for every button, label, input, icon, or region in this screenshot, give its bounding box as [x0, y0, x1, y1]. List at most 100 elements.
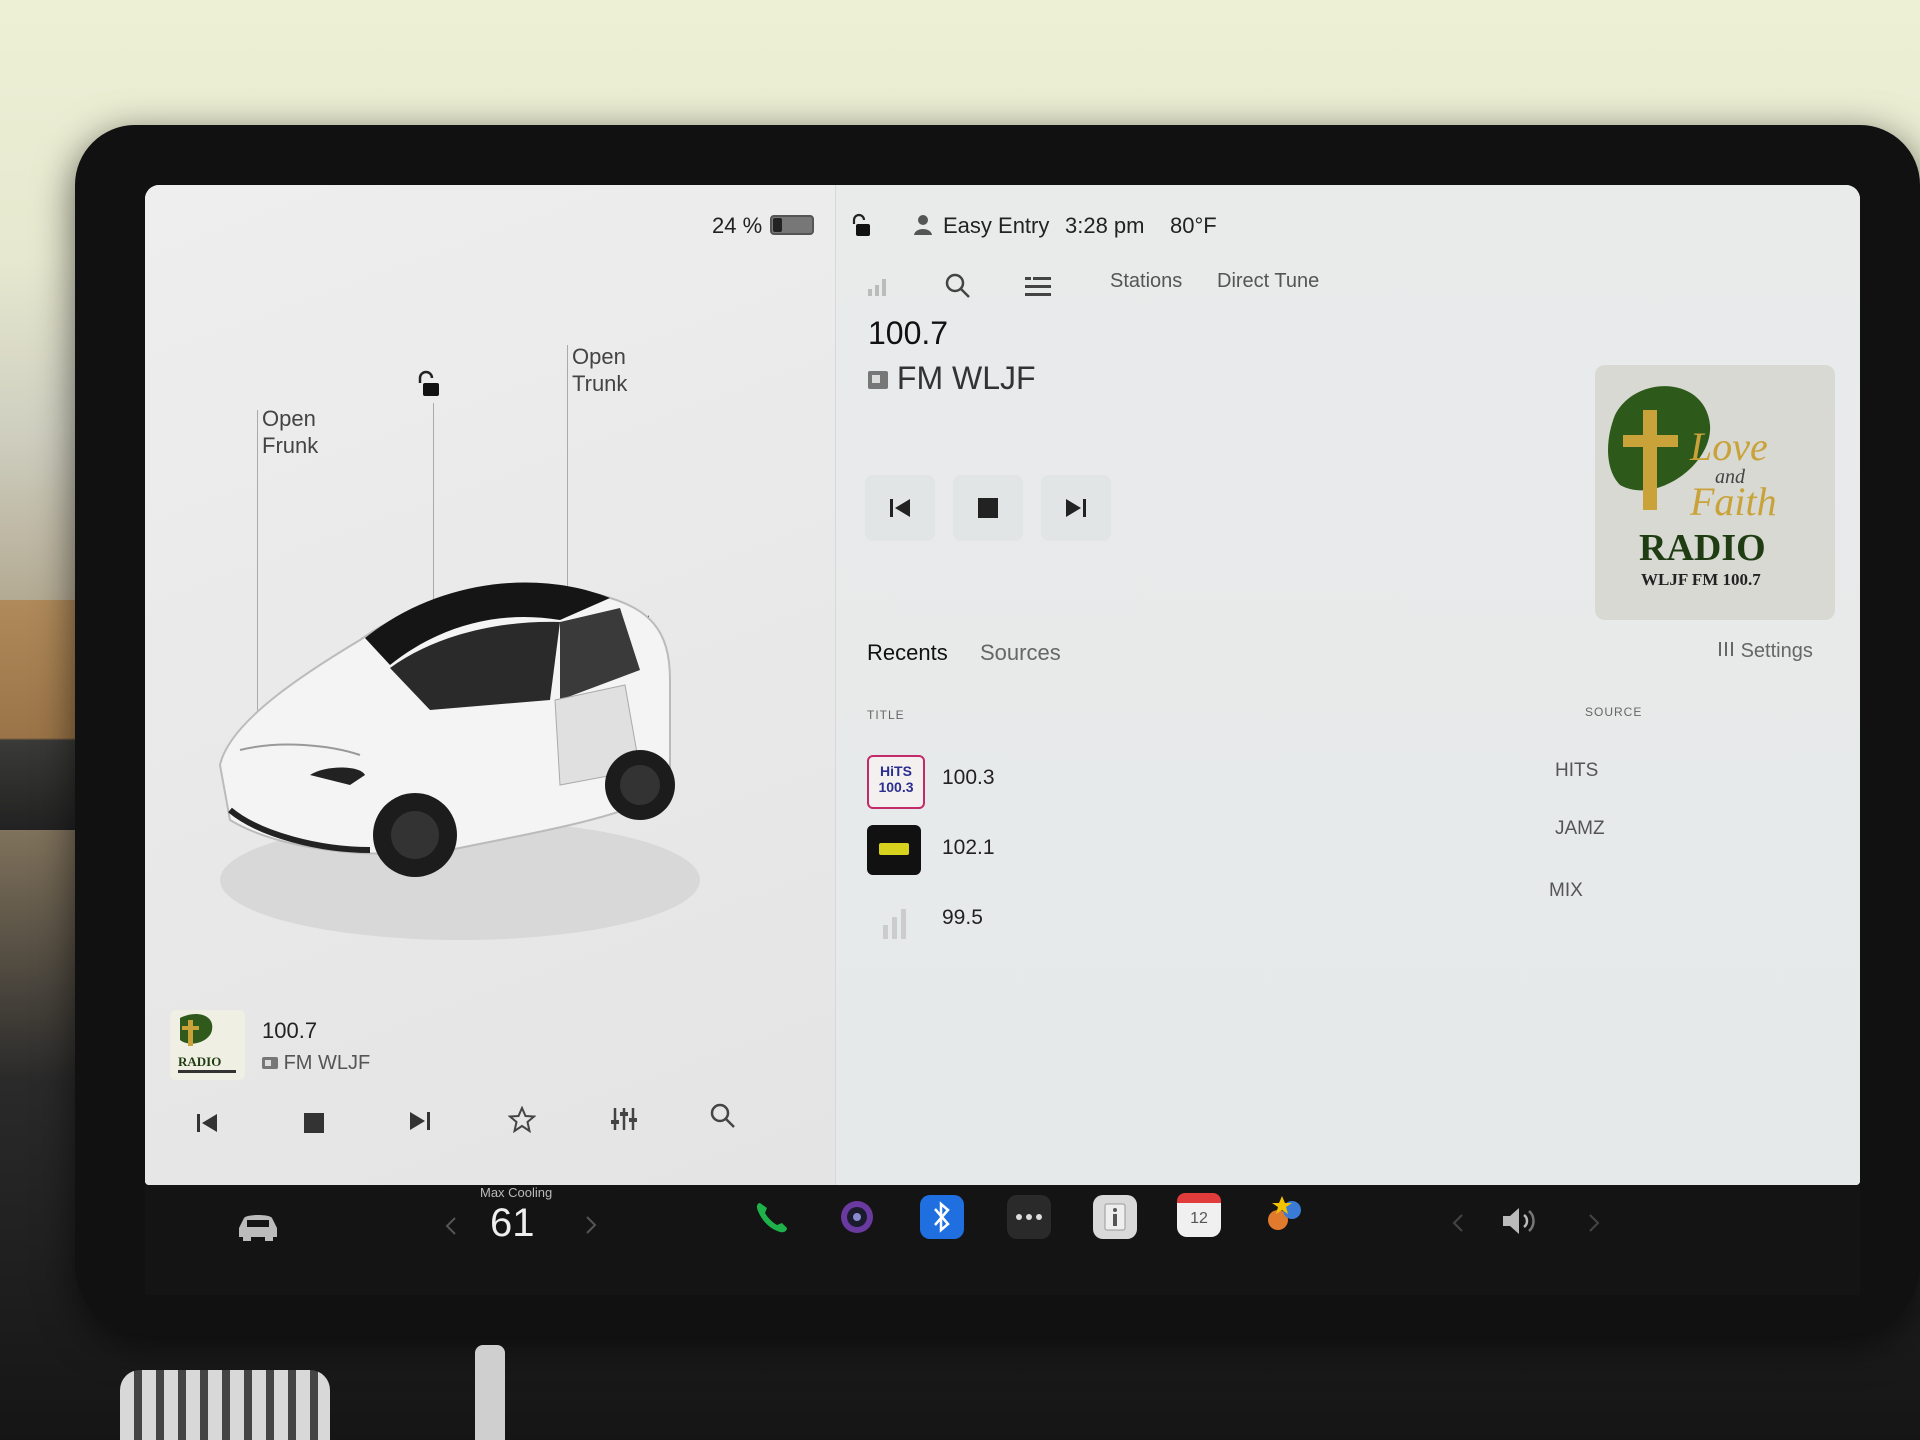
more-apps-button[interactable] — [1007, 1195, 1051, 1239]
recent-title: 102.1 — [942, 836, 995, 859]
star-icon — [507, 1105, 537, 1134]
mini-art-text: RADIO — [178, 1054, 221, 1069]
bluetooth-button[interactable] — [920, 1195, 964, 1239]
stop-button[interactable] — [953, 475, 1023, 541]
list-icon — [1025, 277, 1051, 296]
queue-button[interactable] — [1025, 275, 1051, 304]
mini-media-player: RADIO 100.7 FM WLJF — [170, 1010, 820, 1160]
car-controls-button[interactable] — [235, 1210, 281, 1247]
recent-title: 99.5 — [942, 906, 983, 929]
mix-logo — [867, 895, 921, 945]
phone-icon — [756, 1203, 787, 1233]
calendar-icon — [1177, 1193, 1221, 1203]
clock: 3:28 pm — [1065, 213, 1145, 238]
battery-percent: 24 % — [712, 213, 763, 238]
sliders-icon — [1719, 642, 1733, 656]
camera-icon — [841, 1201, 873, 1233]
brake-pedal — [475, 1345, 505, 1440]
open-frunk-button[interactable]: Open Frunk — [262, 405, 318, 459]
accelerator-pedal — [120, 1370, 330, 1440]
equalizer-button[interactable] — [610, 1106, 638, 1139]
toybox-app-button[interactable] — [1263, 1191, 1307, 1235]
next-station-button[interactable] — [1041, 475, 1111, 541]
car-3d-model[interactable] — [200, 550, 760, 950]
info-icon — [1104, 1203, 1126, 1231]
mini-album-art[interactable]: RADIO — [170, 1010, 245, 1080]
radio-source-icon — [868, 360, 888, 397]
art-line-faith: Faith — [1689, 479, 1777, 524]
search-icon — [945, 273, 970, 298]
previous-station-button[interactable] — [865, 475, 935, 541]
open-trunk-button[interactable]: Open Trunk — [572, 343, 627, 397]
favorite-button[interactable] — [507, 1105, 537, 1140]
tab-stations[interactable]: Stations — [1110, 270, 1182, 293]
art-line-radio: RADIO — [1639, 527, 1766, 569]
skip-forward-icon — [1066, 499, 1086, 517]
mini-previous-button[interactable] — [195, 1110, 219, 1141]
art-line-callsign: WLJF FM 100.7 — [1641, 570, 1761, 589]
manual-app-button[interactable] — [1093, 1195, 1137, 1239]
mini-search-button[interactable] — [710, 1103, 736, 1136]
climate-mode-label: Max Cooling — [480, 1185, 553, 1200]
tab-direct-tune[interactable]: Direct Tune — [1217, 270, 1319, 293]
driver-profile-icon[interactable] — [913, 214, 933, 241]
status-bar: 24 % Easy Entry 3:28 pm 80°F — [145, 185, 1860, 255]
phone-app-button[interactable] — [750, 1195, 794, 1239]
mini-station: FM WLJF — [262, 1052, 370, 1075]
chevron-right-icon — [586, 1216, 597, 1234]
calendar-app-button[interactable]: 12 — [1177, 1193, 1221, 1237]
open-frunk-line1: Open — [262, 406, 316, 431]
radio-search-button[interactable] — [945, 273, 971, 304]
temp-down-button[interactable] — [445, 1215, 457, 1243]
signal-strength-icon — [867, 275, 889, 302]
mini-frequency: 100.7 — [262, 1018, 318, 1043]
art-line-love: Love — [1689, 424, 1768, 469]
camera-app-button[interactable] — [835, 1195, 879, 1239]
tab-sources[interactable]: Sources — [980, 640, 1061, 666]
equalizer-icon — [611, 1108, 637, 1130]
recent-row[interactable]: 102.1 JAMZ — [859, 818, 1689, 880]
cabin-temperature[interactable]: 61 — [490, 1201, 535, 1246]
open-frunk-line2: Frunk — [262, 433, 319, 458]
volume-down-button[interactable] — [1452, 1213, 1464, 1238]
stop-icon — [978, 498, 998, 518]
settings-button[interactable]: Settings — [1717, 640, 1813, 663]
mini-stop-button[interactable] — [303, 1110, 325, 1141]
recent-title: 100.3 — [942, 766, 995, 789]
recent-source: JAMZ — [1555, 818, 1605, 839]
media-player-pane — [835, 185, 1860, 1185]
battery-fill — [773, 218, 782, 232]
volume-button[interactable] — [1500, 1205, 1540, 1242]
unlock-icon[interactable] — [415, 370, 441, 405]
skip-forward-icon — [410, 1112, 430, 1130]
tab-recents[interactable]: Recents — [867, 640, 948, 666]
recent-source: HITS — [1555, 760, 1599, 781]
skip-back-icon — [890, 499, 910, 517]
car-icon — [239, 1215, 277, 1241]
open-trunk-line2: Trunk — [572, 371, 628, 396]
volume-up-button[interactable] — [1588, 1213, 1600, 1238]
touchscreen: Open Frunk Open Trunk RADIO 100.7 FM WLJ… — [145, 185, 1860, 1185]
skip-back-icon — [197, 1114, 217, 1132]
love-and-faith-logo: Love and Faith RADIO WLJF FM 100.7 — [1608, 386, 1777, 589]
recent-source: MIX — [1549, 880, 1583, 901]
hits-logo-text: HiTS 100.3 — [878, 763, 914, 795]
chevron-left-icon — [1452, 1214, 1463, 1232]
hits-logo: HiTS 100.3 — [867, 755, 925, 809]
mini-station-name: FM WLJF — [283, 1052, 371, 1074]
station-album-art: Love and Faith RADIO WLJF FM 100.7 — [1595, 365, 1835, 620]
stop-icon — [304, 1113, 324, 1133]
mini-next-button[interactable] — [408, 1108, 432, 1139]
settings-label: Settings — [1740, 640, 1813, 662]
recent-row[interactable]: HiTS 100.3 100.3 HITS — [859, 750, 1689, 810]
door-lock-icon[interactable] — [850, 213, 872, 244]
temp-up-button[interactable] — [585, 1215, 597, 1240]
calendar-day: 12 — [1190, 1210, 1208, 1227]
battery-icon — [770, 215, 814, 235]
toybox-icon — [1268, 1196, 1301, 1230]
car-visualization-pane: Open Frunk Open Trunk RADIO 100.7 FM WLJ… — [145, 185, 835, 1185]
driver-profile-name[interactable]: Easy Entry — [943, 213, 1049, 239]
more-icon — [1016, 1214, 1042, 1220]
recent-row[interactable]: 99.5 MIX — [859, 880, 1689, 950]
outside-temperature: 80°F — [1170, 213, 1217, 238]
